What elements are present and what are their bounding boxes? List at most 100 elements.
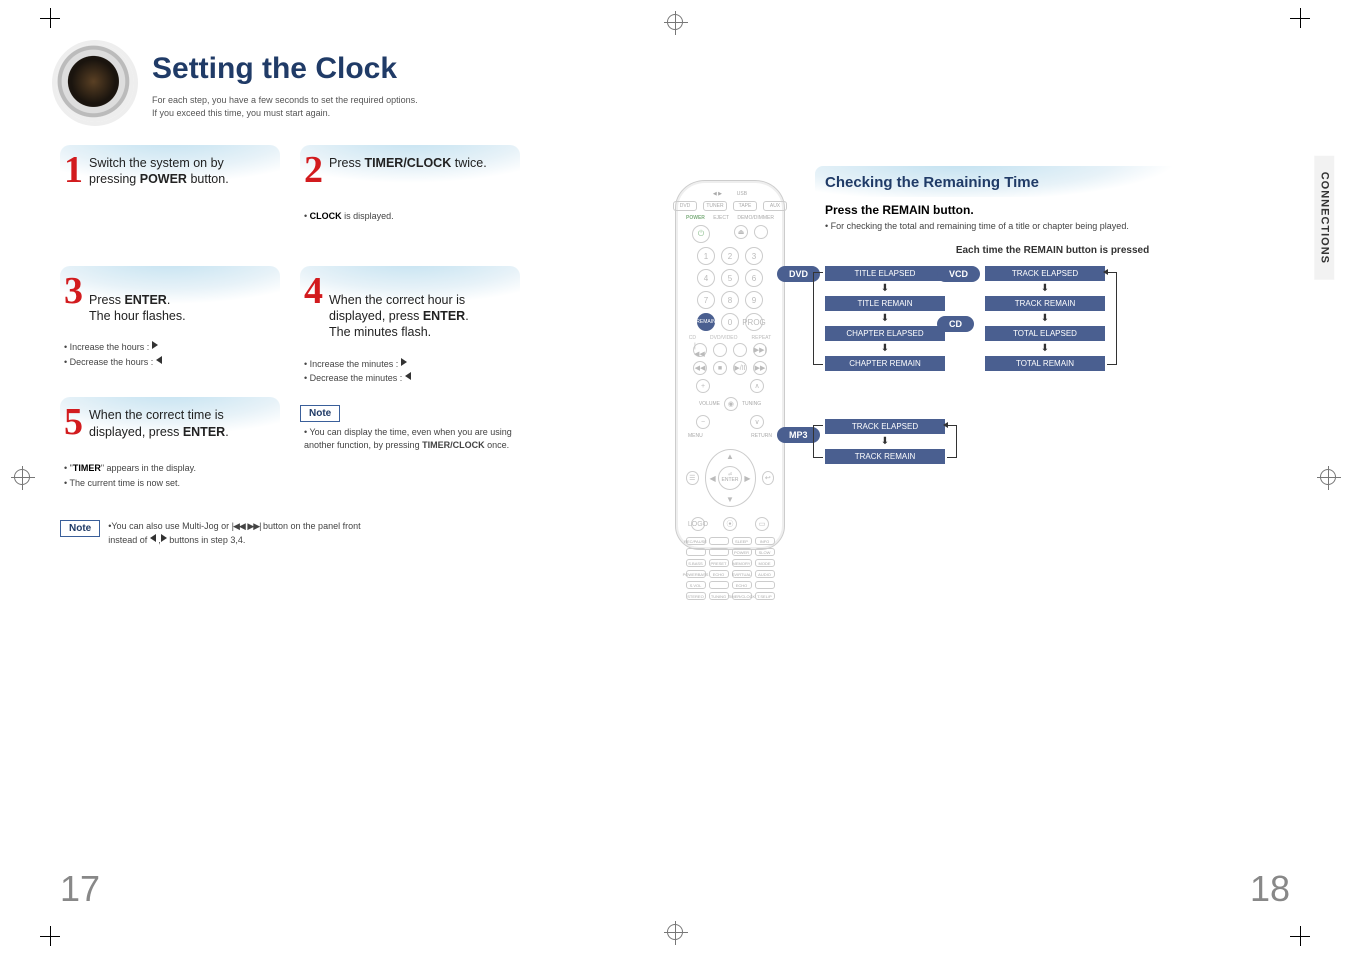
step-text-part: . bbox=[225, 425, 228, 439]
down-arrow-icon: ⬇ bbox=[825, 343, 945, 354]
step-detail: • "TIMER" appears in the display. • The … bbox=[60, 461, 280, 490]
step-detail: • CLOCK is displayed. bbox=[300, 209, 520, 223]
down-arrow-icon: ⬇ bbox=[985, 313, 1105, 324]
step-detail-text: • Increase the hours : bbox=[64, 342, 152, 352]
menu-label: MENU bbox=[688, 433, 703, 439]
step-block: 3 Press ENTER. The hour flashes. • Incre… bbox=[60, 266, 280, 386]
power-label: POWER bbox=[686, 215, 705, 221]
remote-grid-button: MEMORY bbox=[732, 559, 752, 567]
note-text: button on the panel front bbox=[261, 521, 361, 531]
note-text: •You can also use Multi-Jog or bbox=[108, 521, 231, 531]
down-arrow-icon: ⬇ bbox=[985, 283, 1105, 294]
step-number: 4 bbox=[304, 272, 323, 310]
state-pill: CHAPTER REMAIN bbox=[825, 356, 945, 371]
remote-illustration: ◀ ▶ USB DVD TUNER TAPE AUX POWER EJECT D… bbox=[675, 180, 785, 550]
intro-text: For each step, you have a few seconds to… bbox=[152, 94, 665, 119]
step-detail-text: • Decrease the minutes : bbox=[304, 373, 405, 383]
remote-label: DVD/VIDEO bbox=[710, 335, 738, 341]
arrow-left-icon: ◀ bbox=[710, 474, 716, 483]
step-detail: • Increase the minutes : • Decrease the … bbox=[300, 357, 520, 386]
check-block: Checking the Remaining Time Press the RE… bbox=[815, 166, 1290, 464]
stop-button bbox=[713, 343, 727, 357]
sub-body: • For checking the total and remaining t… bbox=[825, 221, 1290, 231]
step-block: 5 When the correct time is displayed, pr… bbox=[60, 397, 280, 490]
step-text-part: button. bbox=[187, 172, 229, 186]
step-detail-text: is displayed. bbox=[342, 211, 394, 221]
remote-grid-button: INFO bbox=[755, 537, 775, 545]
state-pill: TOTAL ELAPSED bbox=[985, 326, 1105, 341]
intro-line: For each step, you have a few seconds to… bbox=[152, 95, 418, 105]
remote-label: REPEAT bbox=[752, 335, 772, 341]
registration-mark bbox=[14, 469, 30, 485]
note-text: instead of bbox=[108, 535, 150, 545]
arrow-right-icon: ▶ bbox=[744, 474, 750, 483]
band-label: ◀ ▶ bbox=[713, 191, 722, 197]
crop-mark bbox=[1290, 926, 1310, 946]
step-detail-text: " appears in the display. bbox=[101, 463, 196, 473]
num-button: 3 bbox=[745, 247, 763, 265]
vol-plus-button: + bbox=[696, 379, 710, 393]
remote-grid-button: ECHO bbox=[709, 570, 729, 578]
note-text-bold: TIMER/CLOCK bbox=[422, 440, 485, 450]
num-button: 6 bbox=[745, 269, 763, 287]
note-tag: Note bbox=[300, 405, 340, 422]
remote-src-button: TUNER bbox=[703, 201, 727, 211]
next-icon: ▶▶| bbox=[753, 343, 767, 357]
step-text-part: Press bbox=[329, 156, 364, 170]
crop-mark bbox=[1290, 8, 1310, 28]
num-button: 8 bbox=[721, 291, 739, 309]
tuning-label: TUNING bbox=[742, 401, 761, 407]
flow-column-vcd-cd: VCD CD TRACK ELAPSED ⬇ TRACK REMAIN ⬇ TO… bbox=[985, 266, 1105, 373]
state-pill: TRACK ELAPSED bbox=[985, 266, 1105, 281]
step-number: 2 bbox=[304, 151, 323, 189]
return-button: ↩ bbox=[762, 471, 775, 485]
step-text: Press ENTER. The hour flashes. bbox=[89, 276, 186, 325]
page-number: 18 bbox=[1250, 868, 1290, 910]
remote-grid-button: MODE bbox=[755, 559, 775, 567]
num-button: 0 bbox=[721, 313, 739, 331]
remote-grid-button bbox=[709, 548, 729, 556]
step-text-bold: ENTER bbox=[423, 309, 465, 323]
remote-src-button: TAPE bbox=[733, 201, 757, 211]
registration-mark bbox=[667, 14, 683, 30]
remote-bottom-grid: REC/PAUSESLEEPINFOPOWERSLOWS.BASSPRESETM… bbox=[686, 537, 775, 600]
remote-src-button: AUX bbox=[763, 201, 787, 211]
remote-grid-button: REC/PAUSE bbox=[686, 537, 706, 545]
arrow-up-icon: ▲ bbox=[726, 452, 734, 461]
step-text-bold: ENTER bbox=[124, 293, 166, 307]
step-text: When the correct hour is displayed, pres… bbox=[329, 276, 512, 341]
step-text: Switch the system on by pressing POWER b… bbox=[89, 155, 272, 188]
menu-button: ☰ bbox=[686, 471, 699, 485]
crop-mark bbox=[40, 926, 60, 946]
left-triangle-icon bbox=[150, 534, 156, 542]
registration-mark bbox=[667, 924, 683, 940]
left-triangle-icon bbox=[156, 356, 162, 364]
play-button bbox=[733, 343, 747, 357]
step-detail: • Increase the hours : • Decrease the ho… bbox=[60, 340, 280, 369]
arrow-down-icon: ▼ bbox=[726, 495, 734, 504]
remote-grid-button: SLEEP bbox=[732, 537, 752, 545]
flow-loop-arrow bbox=[947, 425, 957, 458]
flow-column-mp3: MP3 TRACK ELAPSED ⬇ TRACK REMAIN bbox=[825, 419, 1290, 464]
check-title: Checking the Remaining Time bbox=[815, 166, 1290, 197]
prog-button: PROG bbox=[745, 313, 763, 331]
remote-grid-button: TUNING bbox=[709, 592, 729, 600]
volume-label: VOLUME bbox=[699, 401, 720, 407]
sub-head: Press the REMAIN button. bbox=[825, 203, 1290, 217]
enter-label: ENTER bbox=[722, 478, 739, 483]
num-button: 7 bbox=[697, 291, 715, 309]
note-body: • You can display the time, even when yo… bbox=[300, 426, 520, 451]
stop-icon: ■ bbox=[713, 361, 727, 375]
crop-mark bbox=[40, 8, 60, 28]
remain-button: REMAIN bbox=[697, 313, 715, 331]
num-button: 9 bbox=[745, 291, 763, 309]
state-pill: TRACK REMAIN bbox=[985, 296, 1105, 311]
state-pill: TITLE REMAIN bbox=[825, 296, 945, 311]
eject-label: EJECT bbox=[713, 215, 729, 221]
demo-button bbox=[754, 225, 768, 239]
remote-grid-button: POWERBASS bbox=[686, 570, 706, 578]
eject-icon: ⏏ bbox=[734, 225, 748, 239]
step-detail-text: • The current time is now set. bbox=[64, 478, 180, 488]
flow-loop-arrow bbox=[813, 272, 823, 365]
remote-grid-button bbox=[709, 537, 729, 545]
